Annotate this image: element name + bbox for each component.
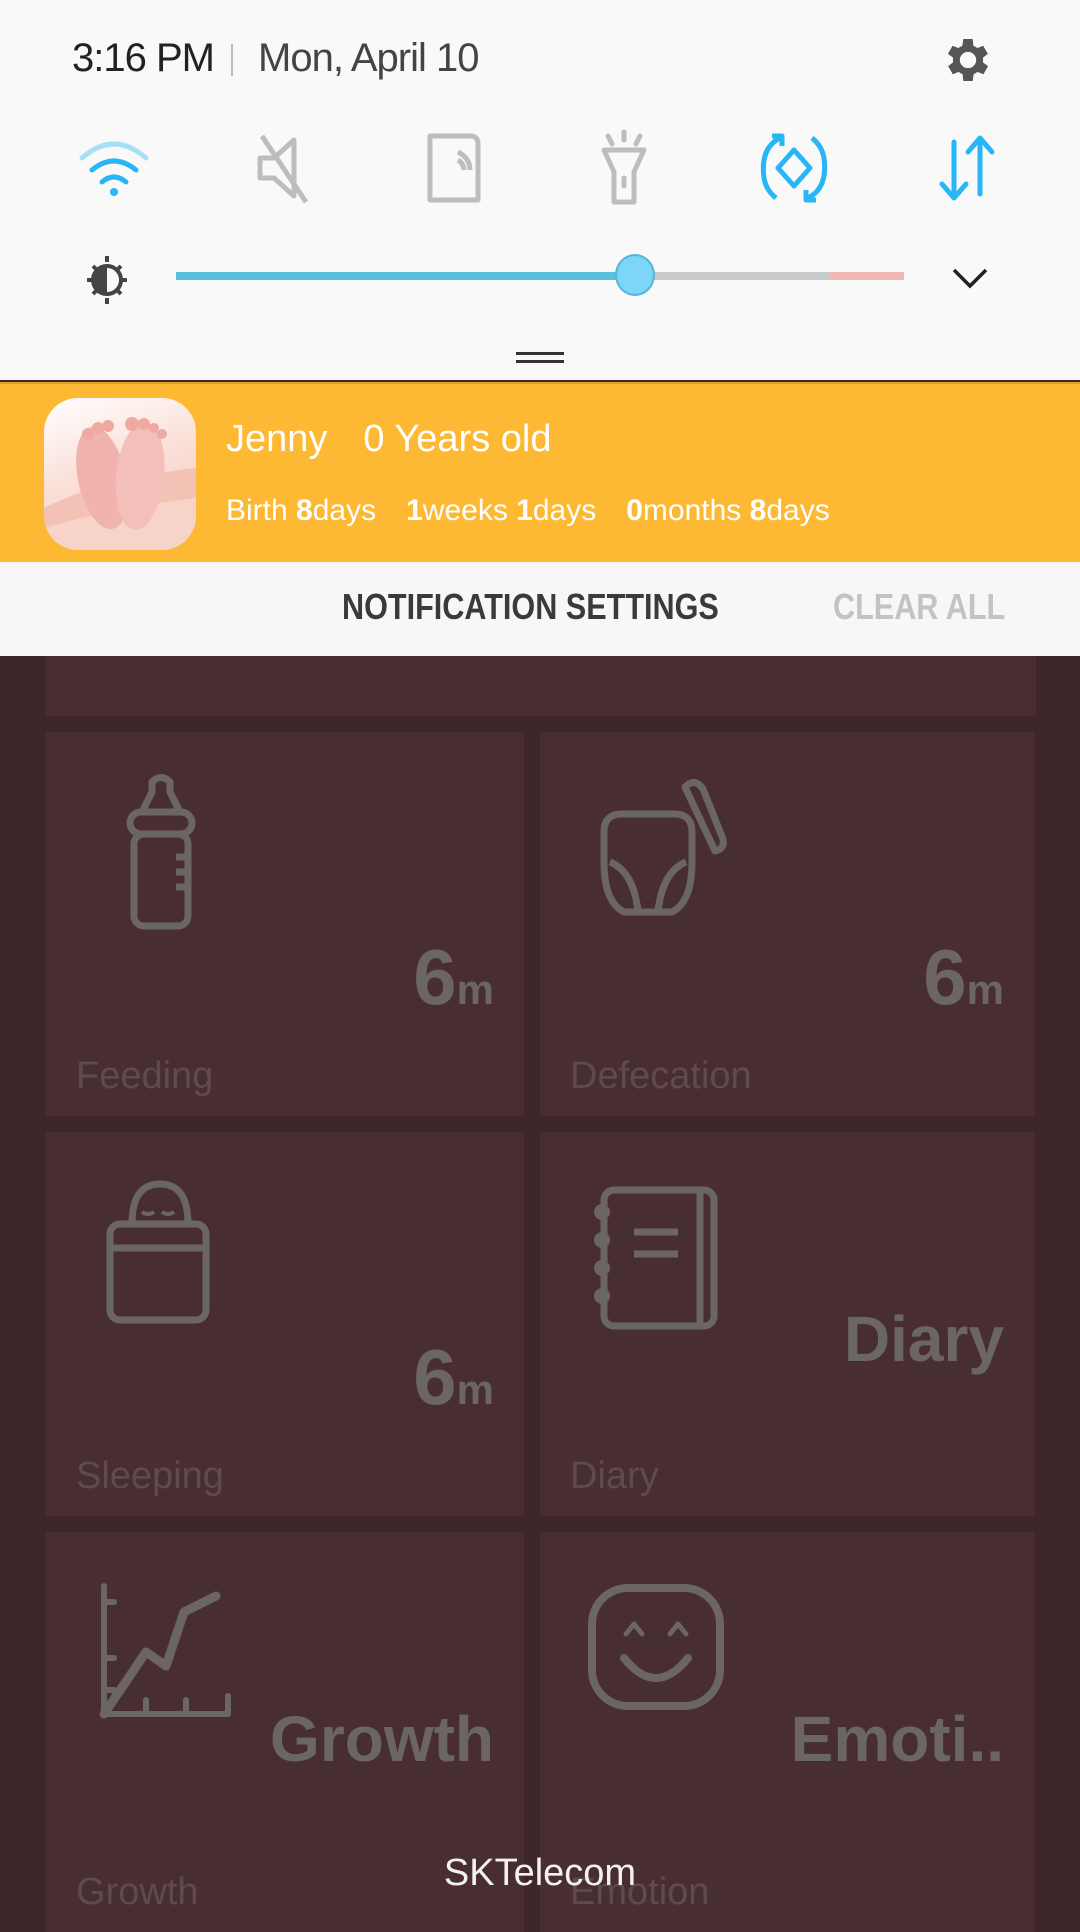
mute-icon[interactable] <box>248 128 328 208</box>
months-days: 0months 8days <box>626 494 830 527</box>
notification-actions-bar: NOTIFICATION SETTINGS CLEAR ALL <box>0 562 1080 656</box>
defecation-label: Defecation <box>570 1055 752 1097</box>
slider-thumb[interactable] <box>615 254 655 296</box>
flashlight-icon[interactable] <box>584 128 664 208</box>
baby-name: Jenny <box>226 418 328 460</box>
quick-panel: 3:16 PM Mon, April 10 <box>0 0 1080 380</box>
slider-fill <box>176 272 635 280</box>
tile-sleeping[interactable]: 6m Sleeping <box>46 1132 524 1516</box>
sleeping-baby-icon <box>106 1180 210 1324</box>
wifi-icon[interactable] <box>74 128 154 208</box>
tile-diary[interactable]: Diary Diary <box>540 1132 1034 1516</box>
diary-label: Diary <box>570 1455 659 1497</box>
brightness-icon <box>87 256 127 304</box>
notebook-icon <box>594 1186 718 1330</box>
clear-all-button[interactable]: CLEAR ALL <box>833 586 1005 628</box>
drag-handle[interactable] <box>516 352 564 364</box>
settings-gear-icon[interactable] <box>940 32 996 88</box>
notification-settings-button[interactable]: NOTIFICATION SETTINGS <box>342 586 719 628</box>
mobile-data-icon[interactable] <box>926 128 1006 208</box>
notification-title: Jenny 0 Years old <box>226 418 587 461</box>
emotion-word: Emoti.. <box>790 1703 1004 1775</box>
diary-word: Diary <box>843 1303 1004 1375</box>
tile-feeding[interactable]: 6m Feeding <box>46 732 524 1116</box>
sleeping-label: Sleeping <box>76 1455 224 1497</box>
app-background: 6m Feeding 6m Defecation 6m Sleeping Dia… <box>0 656 1080 1932</box>
slider-high-zone <box>830 272 904 280</box>
baby-feet-image <box>44 398 196 550</box>
carrier-label: SKTelecom <box>443 1852 637 1894</box>
sleeping-value: 6m <box>413 1333 494 1421</box>
feeding-label: Feeding <box>76 1055 214 1097</box>
baby-age: 0 Years old <box>363 418 552 460</box>
auto-rotate-icon[interactable] <box>754 128 834 208</box>
notification-card[interactable]: Jenny 0 Years old Birth 8days 1weeks 1days… <box>0 382 1080 564</box>
separator <box>231 44 233 76</box>
top-tile-partial[interactable] <box>46 656 1036 716</box>
smiley-icon <box>588 1584 724 1710</box>
defecation-value: 6m <box>923 933 1004 1021</box>
tile-defecation[interactable]: 6m Defecation <box>540 732 1034 1116</box>
slider-track <box>635 272 830 280</box>
birth-days: Birth 8days <box>226 494 377 527</box>
diaper-icon <box>600 779 727 916</box>
date: Mon, April 10 <box>258 36 479 80</box>
weeks-days: 1weeks 1days <box>406 494 597 527</box>
feeding-value: 6m <box>413 933 494 1021</box>
chevron-down-icon[interactable] <box>950 264 990 292</box>
growth-word: Growth <box>270 1703 494 1775</box>
brightness-slider[interactable] <box>176 254 904 296</box>
growth-chart-icon <box>99 1583 231 1719</box>
bottle-icon <box>126 774 196 930</box>
clock: 3:16 PM <box>72 36 215 80</box>
notification-subtitle: Birth 8days 1weeks 1days 0months 8days <box>226 494 830 528</box>
nfc-icon[interactable] <box>414 128 494 208</box>
